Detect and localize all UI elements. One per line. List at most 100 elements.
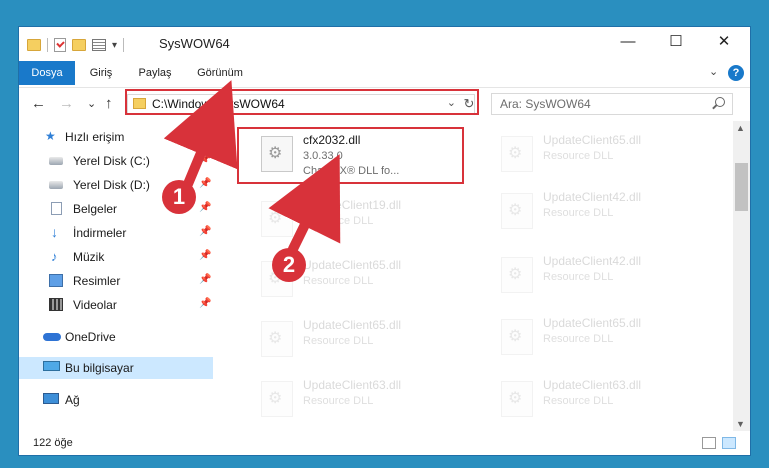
- documents-icon: [51, 202, 62, 215]
- sidebar-item-this-pc[interactable]: Bu bilgisayar: [19, 357, 213, 379]
- sidebar-item-label: İndirmeler: [73, 226, 127, 240]
- videos-icon: [49, 298, 63, 311]
- music-icon: ♪: [51, 249, 58, 264]
- file-type: Resource DLL: [543, 207, 614, 219]
- pictures-icon: [49, 274, 63, 287]
- pin-icon: 📌: [199, 298, 212, 309]
- star-icon: ★: [45, 129, 56, 143]
- file-type: Resource DLL: [303, 335, 374, 347]
- new-folder-icon[interactable]: [72, 39, 86, 51]
- recent-locations-icon[interactable]: ⌄: [87, 97, 96, 110]
- item-count: 122 öğe: [33, 437, 73, 449]
- dll-file-icon: [501, 381, 533, 417]
- ribbon-collapse-icon[interactable]: ⌄: [709, 65, 718, 78]
- pin-icon: 📌: [199, 202, 212, 213]
- pin-icon: 📌: [199, 178, 212, 189]
- file-tile[interactable]: UpdateClient65.dll Resource DLL: [255, 313, 475, 363]
- search-icon[interactable]: [715, 97, 725, 107]
- maximize-button[interactable]: ☐: [653, 27, 699, 57]
- properties-check-icon[interactable]: [54, 38, 66, 52]
- file-type: Resource DLL: [543, 150, 614, 162]
- status-bar: 122 öğe: [19, 433, 750, 455]
- drive-icon: [49, 181, 63, 189]
- sidebar-item-label: OneDrive: [65, 330, 116, 344]
- pin-icon: 📌: [199, 226, 212, 237]
- tiles-view-icon[interactable]: [722, 437, 736, 449]
- pin-icon: 📌: [199, 154, 212, 165]
- file-name: UpdateClient19.dll: [303, 198, 402, 212]
- quick-access-toolbar: ▾: [27, 36, 125, 54]
- title-bar: ▾ SysWOW64 — ☐ ✕: [19, 27, 750, 61]
- sidebar-item-label: Ağ: [65, 393, 80, 407]
- sidebar-item-videos[interactable]: Videolar 📌: [19, 294, 213, 316]
- toolbar-divider: [47, 38, 48, 52]
- up-arrow-icon[interactable]: ↑: [105, 95, 113, 112]
- dll-file-icon: [501, 193, 533, 229]
- tab-home[interactable]: Giriş: [81, 61, 121, 85]
- close-button[interactable]: ✕: [701, 27, 747, 57]
- file-type: Resource DLL: [303, 395, 374, 407]
- scrollbar-thumb[interactable]: [735, 163, 748, 211]
- this-pc-icon: [43, 361, 60, 371]
- sidebar-item-label: Müzik: [73, 250, 105, 264]
- sidebar-item-quick-access[interactable]: ★ Hızlı erişim: [19, 126, 213, 148]
- file-tile[interactable]: UpdateClient63.dll Resource DLL: [495, 373, 715, 423]
- callout-step-1: 1: [162, 180, 196, 214]
- scroll-down-icon[interactable]: ▼: [736, 419, 745, 429]
- file-name: UpdateClient65.dll: [303, 318, 402, 332]
- onedrive-icon: [43, 333, 61, 341]
- forward-arrow-icon[interactable]: →: [59, 95, 74, 112]
- file-tile[interactable]: UpdateClient65.dll Resource DLL: [495, 311, 715, 361]
- ribbon-tabs: Dosya Giriş Paylaş Görünüm: [19, 61, 750, 85]
- file-type: Resource DLL: [543, 333, 614, 345]
- sidebar-item-music[interactable]: ♪ Müzik 📌: [19, 246, 213, 268]
- file-tile[interactable]: UpdateClient63.dll Resource DLL: [255, 373, 475, 423]
- file-tile[interactable]: UpdateClient19.dll Resource DLL: [255, 193, 475, 243]
- file-tile[interactable]: UpdateClient65.dll Resource DLL: [495, 128, 715, 178]
- dll-file-icon: [501, 319, 533, 355]
- tab-share[interactable]: Paylaş: [131, 61, 179, 85]
- file-type: Resource DLL: [543, 395, 614, 407]
- file-name: UpdateClient63.dll: [543, 378, 642, 392]
- pin-icon: 📌: [199, 250, 212, 261]
- sidebar-item-network[interactable]: Ağ: [19, 389, 213, 411]
- sidebar-item-downloads[interactable]: ↓ İndirmeler 📌: [19, 222, 213, 244]
- dll-file-icon: [261, 381, 293, 417]
- tab-file[interactable]: Dosya: [19, 61, 75, 85]
- pin-icon: 📌: [199, 274, 212, 285]
- dll-file-icon: [501, 257, 533, 293]
- back-arrow-icon[interactable]: ←: [31, 95, 46, 112]
- file-type: Resource DLL: [303, 215, 374, 227]
- file-name: UpdateClient42.dll: [543, 254, 642, 268]
- window-title: SysWOW64: [159, 36, 230, 51]
- sidebar-item-label: Yerel Disk (C:): [73, 154, 150, 168]
- sidebar-item-pictures[interactable]: Resimler 📌: [19, 270, 213, 292]
- search-input[interactable]: Ara: SysWOW64: [491, 93, 733, 115]
- dll-file-icon: [261, 321, 293, 357]
- toolbar-divider: [123, 38, 125, 52]
- sidebar-item-disk-c[interactable]: Yerel Disk (C:) 📌: [19, 150, 213, 172]
- file-tile[interactable]: UpdateClient42.dll Resource DLL: [495, 185, 715, 235]
- vertical-scrollbar[interactable]: ▲ ▼: [733, 121, 750, 431]
- customize-toolbar-icon[interactable]: [92, 39, 106, 51]
- address-highlight-box: [125, 89, 479, 115]
- file-tile[interactable]: UpdateClient42.dll Resource DLL: [495, 249, 715, 299]
- details-view-icon[interactable]: [702, 437, 716, 449]
- help-icon[interactable]: ?: [728, 65, 744, 81]
- file-name: UpdateClient42.dll: [543, 190, 642, 204]
- search-placeholder: Ara: SysWOW64: [500, 97, 591, 111]
- sidebar-item-label: Hızlı erişim: [65, 130, 125, 144]
- file-name: UpdateClient65.dll: [543, 316, 642, 330]
- toolbar-dropdown-icon[interactable]: ▾: [112, 40, 117, 51]
- network-icon: [43, 393, 59, 404]
- scroll-up-icon[interactable]: ▲: [736, 123, 745, 133]
- dll-file-icon: [261, 201, 293, 237]
- tab-view[interactable]: Görünüm: [189, 61, 251, 85]
- minimize-button[interactable]: —: [605, 27, 651, 57]
- sidebar-item-label: Videolar: [73, 298, 117, 312]
- file-name: UpdateClient65.dll: [303, 258, 402, 272]
- file-name: UpdateClient65.dll: [543, 133, 642, 147]
- file-name: UpdateClient63.dll: [303, 378, 402, 392]
- sidebar-item-onedrive[interactable]: OneDrive: [19, 326, 213, 348]
- drive-icon: [49, 157, 63, 165]
